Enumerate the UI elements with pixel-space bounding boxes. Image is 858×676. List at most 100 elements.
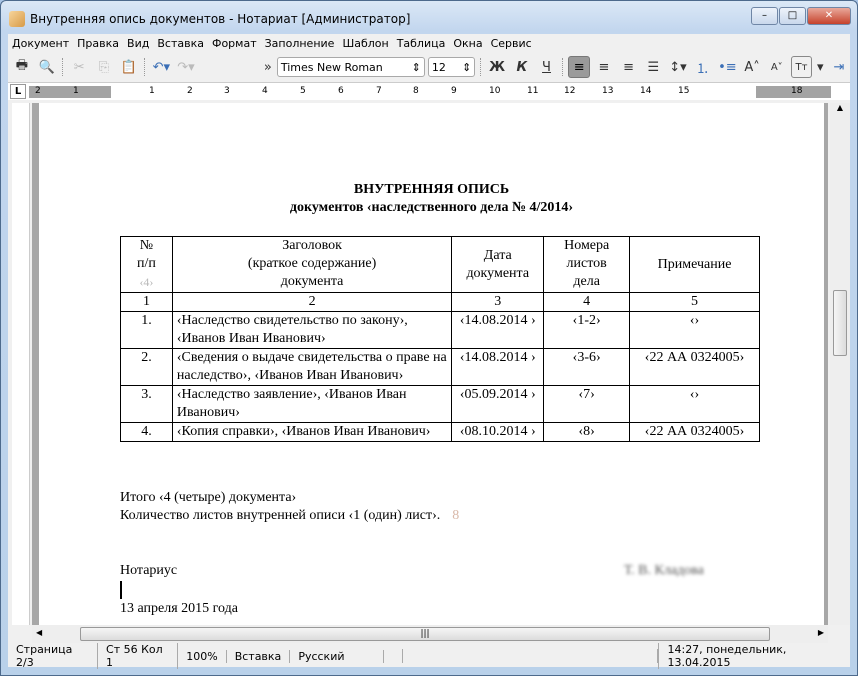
ruler-label: 3 [224, 86, 230, 96]
status-language: Русский [290, 649, 384, 663]
menu-table[interactable]: Таблица [393, 37, 450, 50]
ruler-label: 15 [678, 86, 690, 96]
dropdown-icon[interactable]: ▾ [815, 56, 825, 78]
grow-font-icon[interactable]: A˄ [741, 56, 763, 78]
title-bar: Внутренняя опись документов - Нотариат [… [9, 9, 410, 29]
table-row: 2. ‹Сведения о выдаче свидетельства о пра… [120, 348, 760, 386]
print-icon[interactable]: 🖶 [11, 56, 33, 78]
status-zoom: 100% [178, 649, 227, 663]
field-marker: 8 [452, 508, 460, 523]
copy-icon[interactable]: ⎘ [93, 56, 115, 78]
spin-icon: ⇕ [462, 60, 472, 74]
app-window: Внутренняя опись документов - Нотариат [… [0, 0, 858, 676]
menu-format[interactable]: Формат [208, 37, 261, 50]
ruler-label: 10 [489, 86, 501, 96]
header-title: Заголовок (краткое содержание) документа [171, 236, 453, 293]
window-title: Внутренняя опись документов - Нотариат [… [30, 12, 411, 26]
status-bar: Страница 2/3 Ст 56 Кол 1 100% Вставка Ру… [8, 643, 850, 669]
ruler-label: 7 [376, 86, 382, 96]
menu-windows[interactable]: Окна [449, 37, 486, 50]
text-cursor [120, 581, 122, 599]
header-sheets: Номера листов дела [543, 236, 631, 293]
cut-icon[interactable]: ✂ [68, 56, 90, 78]
ruler-label: 13 [602, 86, 614, 96]
total-line: Итого ‹4 (четыре) документа› [120, 490, 297, 505]
menu-service[interactable]: Сервис [487, 37, 536, 50]
ruler-label: 4 [262, 86, 268, 96]
ruler-label: 8 [413, 86, 419, 96]
line-spacing-icon[interactable]: ↕▾ [667, 56, 689, 78]
font-size-select[interactable]: 12 ⇕ [427, 57, 476, 77]
print-preview-icon[interactable]: 🔍 [36, 56, 58, 78]
redo-icon[interactable]: ↷▾ [175, 56, 197, 78]
ruler-label: 12 [564, 86, 576, 96]
font-value: Times New Roman [280, 60, 383, 74]
ruler-label: 2 [35, 86, 41, 96]
toolbar: 🖶 🔍 ✂ ⎘ 📋 ↶▾ ↷▾ » Times New Roman ⇕ 12 ⇕ Ж… [8, 54, 850, 80]
ruler-label: 5 [300, 86, 306, 96]
header-date: Дата документа [451, 236, 545, 293]
table-row: 4. ‹Копия справки›, ‹Иванов Иван Иванович… [120, 422, 760, 442]
menu-view[interactable]: Вид [123, 37, 153, 50]
align-right-icon[interactable]: ≡ [618, 56, 640, 78]
menu-edit[interactable]: Правка [73, 37, 123, 50]
horizontal-ruler[interactable]: L 2 1 1 2 3 4 5 6 7 8 9 10 11 12 13 14 15 18 [8, 82, 850, 100]
app-icon [9, 11, 25, 27]
status-datetime: 14:27, понедельник, 13.04.2015 [658, 643, 850, 669]
undo-icon[interactable]: ↶▾ [150, 56, 172, 78]
ruler-label: 18 [791, 86, 803, 96]
minimize-button[interactable]: – [751, 7, 778, 25]
inventory-table: № п/п ‹4› Заголовок (краткое содержание) … [120, 236, 760, 442]
font-select[interactable]: Times New Roman ⇕ [276, 57, 425, 77]
spin-icon: ⇕ [411, 60, 421, 74]
ruler-label: 9 [451, 86, 457, 96]
maximize-button[interactable]: □ [779, 7, 806, 25]
ruler-label: 6 [338, 86, 344, 96]
status-empty [384, 649, 404, 663]
document-page[interactable]: ВНУТРЕННЯЯ ОПИСЬ документов ‹наследствен… [39, 103, 824, 625]
toolbar-overflow-icon[interactable]: » [262, 56, 274, 78]
scroll-thumb[interactable]: ||| [80, 627, 770, 641]
table-row: 1. ‹Наследство свидетельство по закону›, … [120, 311, 760, 349]
ruler-label: 14 [640, 86, 652, 96]
document-subtitle: документов ‹наследственного дела № 4/201… [289, 200, 574, 215]
justify-icon[interactable]: ☰ [642, 56, 664, 78]
status-page: Страница 2/3 [8, 643, 99, 669]
bullet-list-icon[interactable]: •≡ [717, 56, 739, 78]
sheets-line: Количество листов внутренней описи ‹1 (о… [120, 508, 460, 523]
column-number-row: 12345 [120, 292, 760, 312]
align-left-icon[interactable]: ≡ [568, 56, 591, 78]
menu-bar: Документ Правка Вид Вставка Формат Запол… [8, 34, 536, 53]
bold-button[interactable]: Ж [486, 56, 508, 78]
ruler-label: 1 [149, 86, 155, 96]
exit-icon[interactable]: ⇥ [828, 56, 850, 78]
notary-signature: Т. В. Кладова [624, 563, 704, 578]
menu-fill[interactable]: Заполнение [261, 37, 339, 50]
vertical-scrollbar[interactable]: ▲ [830, 103, 850, 625]
vertical-ruler[interactable] [12, 103, 30, 625]
table-row: 3. ‹Наследство заявление›, ‹Иванов Иван И… [120, 385, 760, 423]
menu-insert[interactable]: Вставка [153, 37, 208, 50]
italic-button[interactable]: К [511, 56, 533, 78]
field-marker: ‹4› [139, 275, 154, 289]
menu-template[interactable]: Шаблон [338, 37, 392, 50]
text-style-icon[interactable]: Tт [790, 56, 813, 78]
document-area[interactable]: ВНУТРЕННЯЯ ОПИСЬ документов ‹наследствен… [32, 103, 828, 625]
ruler-label: 11 [527, 86, 539, 96]
size-value: 12 [431, 60, 446, 74]
close-button[interactable]: ✕ [807, 7, 851, 25]
underline-button[interactable]: Ч [536, 56, 558, 78]
paste-icon[interactable]: 📋 [118, 56, 140, 78]
numbered-list-icon[interactable]: ⒈ [692, 56, 714, 78]
menu-document[interactable]: Документ [8, 37, 73, 50]
status-mode: Вставка [227, 649, 291, 663]
notary-label: Нотариус [120, 563, 178, 578]
status-empty [403, 649, 659, 663]
header-num: № п/п ‹4› [120, 236, 173, 293]
table-header-row: № п/п ‹4› Заголовок (краткое содержание) … [120, 236, 760, 293]
horizontal-scrollbar[interactable]: ◀ ||| ▶ [32, 625, 828, 643]
shrink-font-icon[interactable]: A˅ [766, 56, 788, 78]
scroll-thumb[interactable] [833, 290, 847, 356]
align-center-icon[interactable]: ≡ [593, 56, 615, 78]
header-note: Примечание [629, 236, 760, 293]
